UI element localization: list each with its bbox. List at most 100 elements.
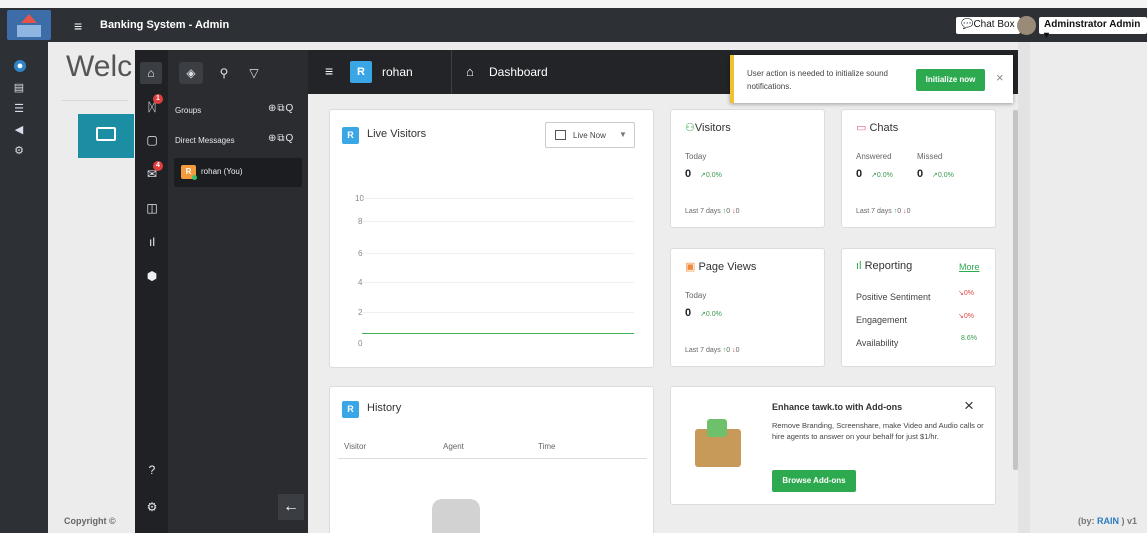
filter-icon[interactable]: ▽ [242, 62, 266, 84]
direct-messages-actions[interactable]: ⊕⧉Q [268, 133, 294, 144]
page-views-last7-label: Last 7 days [685, 347, 721, 354]
page-views-down: 0 [735, 347, 740, 354]
chats-down: 0 [906, 208, 911, 215]
hamburger-icon[interactable]: ≡ [325, 63, 333, 79]
contacts-panel: ◈ ⚲ ▽ Groups ⊕⧉Q Direct Messages ⊕⧉Q R r… [168, 50, 308, 533]
bar-chart-icon: ıl [856, 260, 862, 272]
activity-icon[interactable]: ᛞ1 [144, 94, 163, 115]
bank-logo[interactable] [7, 10, 51, 40]
missed-change-value: 0.0% [937, 172, 954, 179]
cube-icon[interactable]: ⬢ [144, 268, 160, 284]
close-icon[interactable]: × [996, 70, 1004, 85]
footer-by: (by: [1078, 516, 1097, 526]
reporting-row-value: 8.6% [961, 335, 977, 342]
reporting-row-value: ↘0% [958, 289, 974, 297]
layers-icon[interactable]: ◈ [179, 62, 203, 84]
direct-messages-label: Direct Messages [175, 136, 235, 145]
chats-card: ▭ Chats Answered Missed 0 ↗0.0% 0 ↗0.0% … [841, 109, 996, 228]
groups-actions[interactable]: ⊕⧉Q [268, 103, 294, 114]
page-views-icon: ▣ [685, 261, 696, 273]
panel-toolbar: ◈ ⚲ ▽ [178, 58, 303, 88]
reporting-row-value: ↘0% [958, 312, 974, 320]
help-icon[interactable]: ? [144, 462, 160, 478]
accounts-tile[interactable] [78, 114, 134, 158]
bar-chart-icon[interactable]: ıl [144, 234, 160, 250]
reporting-card: ıl Reporting More Positive Sentiment ↘0% E… [841, 248, 996, 367]
grid-line [362, 282, 634, 283]
grid-line [362, 312, 634, 313]
id-card-icon[interactable]: ▤ [12, 82, 26, 94]
settings-cogs-icon[interactable]: ⚙ [12, 145, 26, 157]
section-title: Dashboard [489, 65, 548, 79]
list-icon[interactable]: ☰ [12, 103, 26, 115]
admin-avatar[interactable] [1017, 16, 1036, 35]
history-badge: R [342, 401, 359, 418]
visitors-up: 0 [726, 208, 731, 215]
footer-version: ) v1 [1119, 516, 1138, 526]
history-card: R History Visitor Agent Time [329, 386, 654, 533]
live-now-value: Live Now [573, 131, 606, 140]
contact-name: rohan (You) [201, 167, 243, 176]
dashboard-icon[interactable]: ● [14, 60, 26, 72]
caret-down-icon: ▾ [1044, 30, 1050, 41]
user-name[interactable]: rohan [382, 65, 413, 79]
content-scrollbar[interactable] [1013, 110, 1018, 470]
hamburger-icon[interactable]: ≡ [74, 18, 82, 34]
copyright-text: Copyright © [64, 516, 116, 526]
calendar-icon [555, 130, 566, 140]
home-icon[interactable]: ⌂ [140, 62, 162, 84]
user-avatar[interactable]: R [350, 61, 372, 83]
id-card-icon [96, 127, 116, 141]
caret-down-icon: ▼ [619, 130, 627, 139]
reporting-row-value-text: 0% [963, 313, 974, 320]
contact-avatar: R [181, 165, 197, 180]
inbox-icon[interactable]: ✉ 4 [144, 161, 163, 182]
page-views-change: ↗0.0% [700, 310, 722, 318]
browse-addons-button[interactable]: Browse Add-ons [772, 470, 856, 492]
groups-label: Groups [175, 106, 202, 115]
chats-title-text: Chats [869, 122, 899, 134]
page-views-last7: Last 7 days ↑0 ↓0 [685, 347, 740, 354]
history-col-time: Time [538, 442, 556, 451]
chat-box-button[interactable]: 💬Chat Box [956, 17, 1020, 34]
book-icon[interactable]: ◫ [144, 200, 160, 216]
grid-line [362, 198, 634, 199]
top-strip [0, 0, 1147, 8]
footer-credit: (by: RAIN ) v1 [1078, 516, 1137, 526]
y-tick-label: 0 [358, 339, 363, 348]
page-views-title-text: Page Views [698, 261, 757, 273]
admin-user-menu[interactable]: Adminstrator Admin ▾ [1039, 17, 1147, 41]
left-nav: ● ▤ ☰ ◀ ⚙ [0, 42, 48, 533]
chats-title: ▭ Chats [856, 121, 898, 134]
answered-value: 0 [856, 168, 863, 180]
history-col-visitor: Visitor [344, 442, 367, 451]
megaphone-icon[interactable]: ◀ [12, 124, 26, 136]
visitors-title-text: Visitors [694, 122, 731, 134]
close-icon[interactable]: × [964, 396, 974, 416]
footer-rain-link[interactable]: RAIN [1097, 516, 1119, 526]
live-now-select[interactable]: Live Now ▼ [545, 122, 635, 148]
page-views-title: ▣ Page Views [685, 260, 756, 273]
page-views-value: 0 [685, 307, 692, 319]
reporting-title-text: Reporting [864, 260, 913, 272]
person-search-icon[interactable]: ⚲ [212, 62, 236, 84]
missed-change: ↗0.0% [932, 171, 954, 179]
reporting-more-link[interactable]: More [959, 262, 980, 272]
notification-message: User action is needed to initialize soun… [747, 69, 888, 91]
widget-icon-rail: ⌂ ᛞ1 ▢ ✉ 4 ◫ ıl ⬢ ? ⚙ [135, 50, 168, 533]
chats-up: 0 [897, 208, 902, 215]
visitors-last7: Last 7 days ↑0 ↓0 [685, 208, 740, 215]
app-topbar: ≡ Banking System - Admin 💬Chat Box Admin… [0, 8, 1147, 42]
contact-avatar-letter: R [185, 167, 192, 176]
page-scroll-area [1018, 42, 1030, 533]
chat-icon: 💬 [961, 19, 974, 30]
reporting-row-value-text: 8.6% [961, 335, 977, 342]
gear-icon[interactable]: ⚙ [144, 499, 160, 515]
chat-bubble-icon[interactable]: ▢ [144, 132, 160, 148]
initialize-now-button[interactable]: Initialize now [916, 69, 985, 91]
reporting-row-label: Positive Sentiment [856, 292, 931, 302]
contact-item-rohan[interactable]: R rohan (You) [174, 158, 302, 187]
visitors-title: ⚇Visitors [685, 121, 731, 134]
history-header-divider [338, 458, 647, 459]
back-arrow-button[interactable]: ← [278, 494, 304, 520]
